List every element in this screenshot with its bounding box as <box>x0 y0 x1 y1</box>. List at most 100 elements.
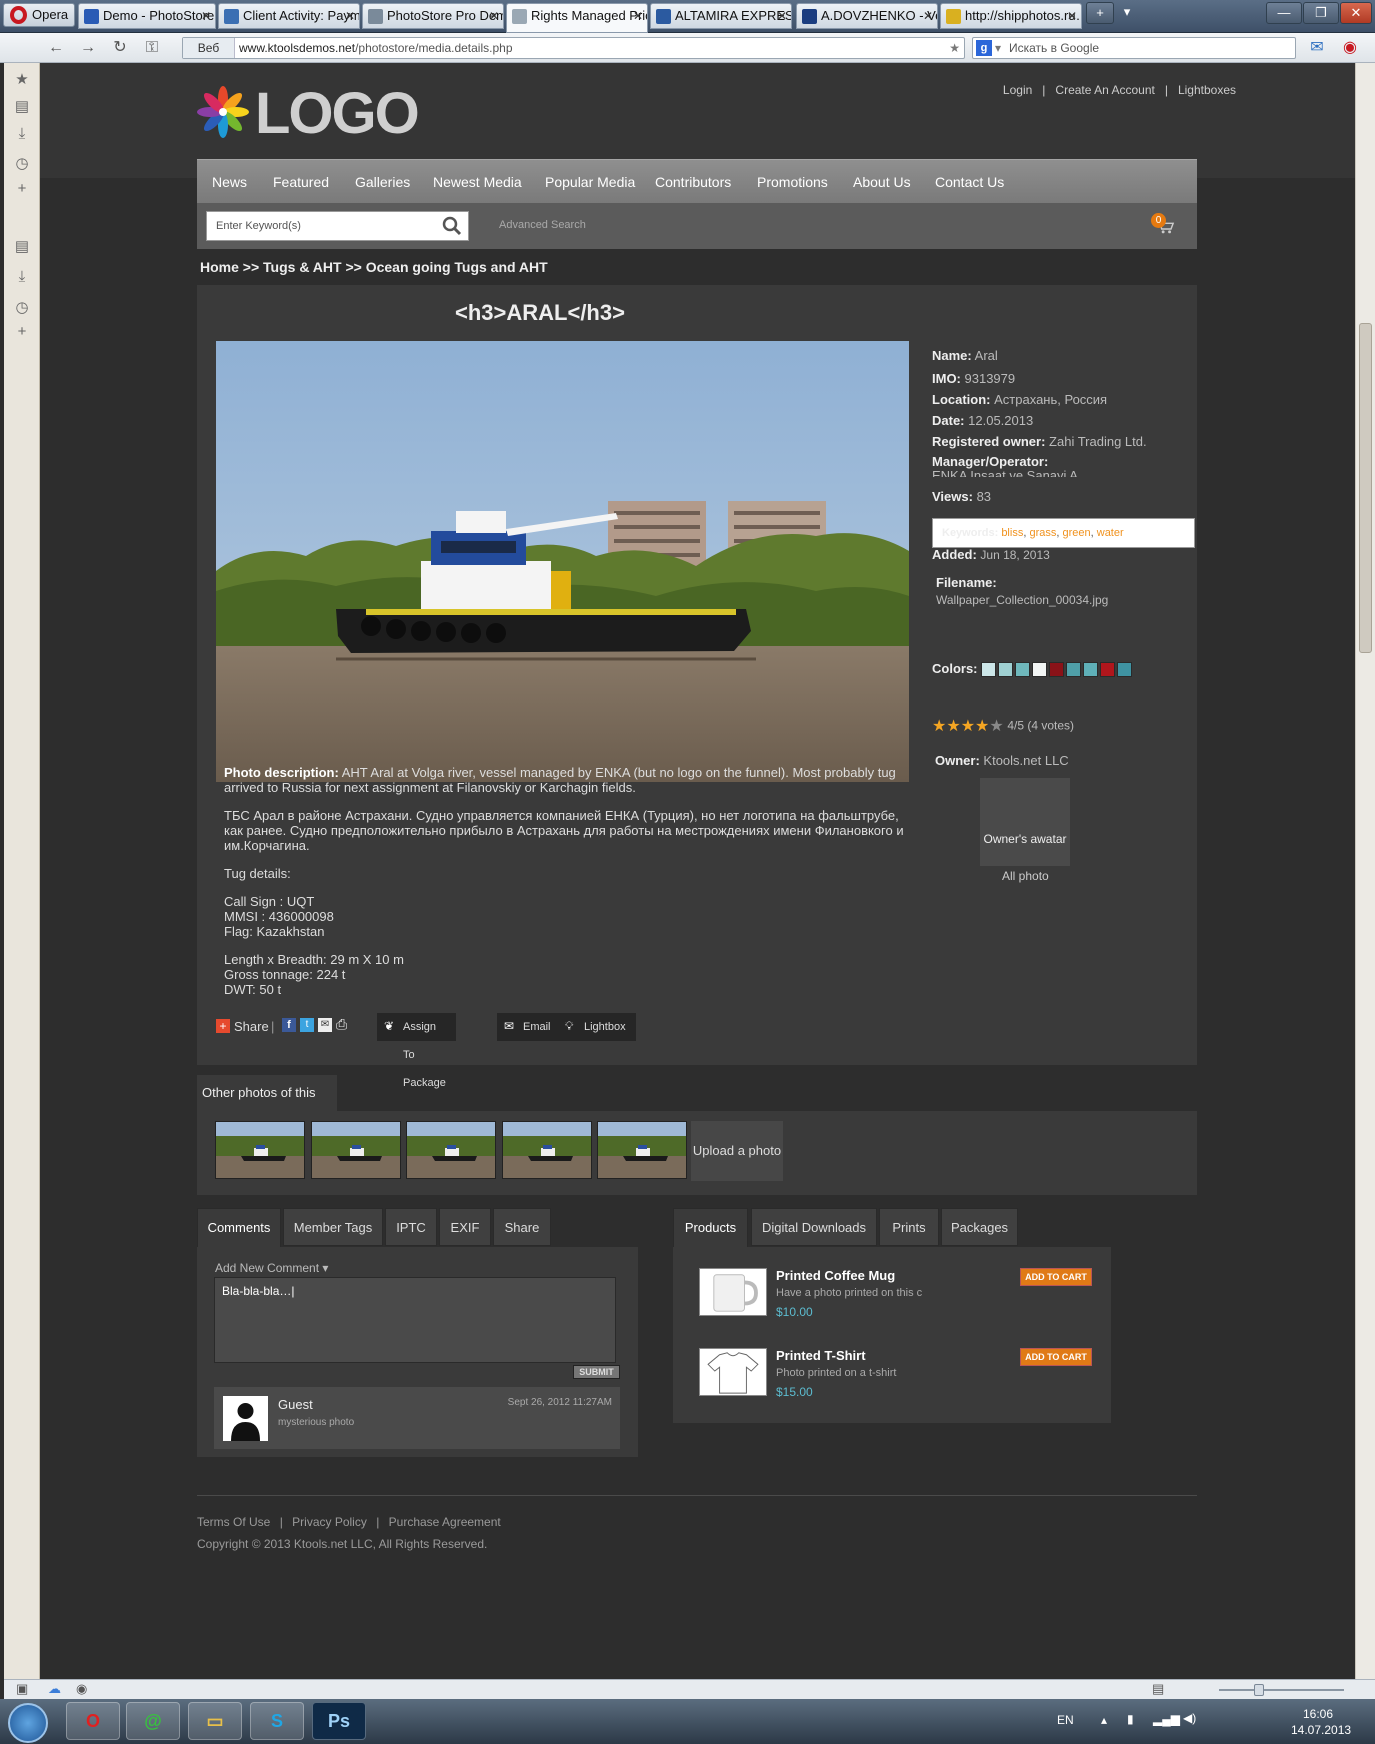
ship-thumbnail[interactable] <box>215 1121 305 1179</box>
opera-link-icon[interactable]: ◉ <box>1340 38 1360 58</box>
close-tab-icon[interactable]: ✕ <box>777 4 787 28</box>
color-swatch[interactable] <box>1015 662 1031 678</box>
tab-iptc[interactable]: IPTC <box>385 1208 437 1246</box>
restore-button[interactable]: ❐ <box>1303 2 1339 24</box>
submit-comment-button[interactable]: SUBMIT <box>573 1365 620 1379</box>
email-share-icon[interactable]: ✉ <box>318 1018 332 1032</box>
owner-avatar[interactable]: Owner's awatar <box>980 778 1070 866</box>
nav-contributors[interactable]: Contributors <box>655 160 731 204</box>
coffee-mug-icon[interactable] <box>699 1268 767 1316</box>
bookmarks-icon[interactable]: ★ <box>13 71 31 89</box>
reload-icon[interactable]: ↻ <box>110 38 130 58</box>
color-swatch[interactable] <box>1117 662 1133 678</box>
star-icon[interactable]: ★ <box>989 718 1003 735</box>
clock-date[interactable]: 14.07.2013 <box>1291 1723 1351 1737</box>
nav-newest-media[interactable]: Newest Media <box>433 160 522 204</box>
zoom-slider[interactable] <box>1219 1689 1344 1691</box>
purchase-agreement-link[interactable]: Purchase Agreement <box>389 1515 501 1529</box>
history-icon[interactable]: ◷ <box>13 299 31 317</box>
downloads-icon[interactable]: ⤓ <box>13 125 31 143</box>
nav-contact-us[interactable]: Contact Us <box>935 160 1004 204</box>
tab-digital-downloads[interactable]: Digital Downloads <box>751 1208 877 1246</box>
add-panel-icon[interactable]: + <box>13 180 31 198</box>
minimize-button[interactable]: — <box>1266 2 1302 24</box>
nav-promotions[interactable]: Promotions <box>757 160 828 204</box>
forward-icon[interactable]: → <box>78 38 98 58</box>
back-icon[interactable]: ← <box>46 38 66 58</box>
tab-demo-photostore[interactable]: Demo - PhotoStore ✕ <box>78 3 216 29</box>
facebook-icon[interactable]: f <box>282 1018 296 1032</box>
color-swatch[interactable] <box>981 662 997 678</box>
add-panel-icon[interactable]: + <box>13 323 31 341</box>
taskbar-opera-icon[interactable]: O <box>66 1702 120 1740</box>
color-swatch[interactable] <box>1100 662 1116 678</box>
notes-icon[interactable]: ▤ <box>13 98 31 116</box>
address-field[interactable]: Веб www.ktoolsdemos.net/photostore/media.… <box>182 37 965 59</box>
nav-news[interactable]: News <box>212 160 247 204</box>
tab-packages[interactable]: Packages <box>941 1208 1018 1246</box>
nav-popular-media[interactable]: Popular Media <box>545 160 635 204</box>
color-swatch[interactable] <box>1083 662 1099 678</box>
mail-icon[interactable]: ✉ <box>1305 38 1329 58</box>
product-name[interactable]: Printed Coffee Mug <box>776 1268 895 1283</box>
comment-textarea[interactable]: Bla-bla-bla…| <box>214 1277 616 1363</box>
tab-rights-managed[interactable]: Rights Managed Pric…✕ <box>506 3 648 33</box>
key-icon[interactable]: ⚿ <box>142 38 162 58</box>
add-to-cart-button[interactable]: ADD TO CART <box>1020 1268 1092 1286</box>
tab-comments[interactable]: Comments <box>197 1208 281 1248</box>
tab-member-tags[interactable]: Member Tags <box>283 1208 383 1246</box>
scrollbar-thumb[interactable] <box>1359 323 1372 653</box>
shopping-cart[interactable]: 0 <box>1151 213 1179 241</box>
close-tab-icon[interactable]: ✕ <box>633 4 643 28</box>
all-photo-link[interactable]: All photo <box>1002 869 1049 883</box>
twitter-icon[interactable]: t <box>300 1018 314 1032</box>
nav-about-us[interactable]: About Us <box>853 160 911 204</box>
share-link[interactable]: Share <box>234 1019 269 1034</box>
signal-icon[interactable]: ▂▄▆ <box>1153 1712 1180 1726</box>
search-icon[interactable] <box>442 216 462 236</box>
star-icon[interactable]: ★ <box>932 718 946 735</box>
taskbar-photoshop-icon[interactable]: Ps <box>312 1702 366 1740</box>
add-new-comment-toggle[interactable]: Add New Comment ▾ <box>215 1261 328 1275</box>
close-tab-icon[interactable]: ✕ <box>345 4 355 28</box>
terms-link[interactable]: Terms Of Use <box>197 1515 270 1529</box>
close-window-button[interactable]: ✕ <box>1340 2 1372 24</box>
star-icon[interactable]: ★ <box>946 718 960 735</box>
new-tab-button[interactable]: + <box>1086 2 1114 24</box>
nav-featured[interactable]: Featured <box>273 160 329 204</box>
tab-list-icon[interactable]: ▾ <box>1116 2 1138 24</box>
keyword-search-input[interactable]: Enter Keyword(s) <box>206 211 469 241</box>
main-photo[interactable] <box>216 341 909 782</box>
cloud-icon[interactable]: ☁ <box>48 1681 61 1697</box>
language-indicator[interactable]: EN <box>1057 1713 1074 1727</box>
keyword-link[interactable]: grass <box>1029 527 1056 539</box>
tab-prints[interactable]: Prints <box>879 1208 939 1246</box>
taskbar-skype-icon[interactable]: S <box>250 1702 304 1740</box>
close-tab-icon[interactable]: ✕ <box>923 4 933 28</box>
close-tab-icon[interactable]: ✕ <box>1067 4 1077 28</box>
bookmark-star-icon[interactable]: ★ <box>949 38 960 58</box>
close-tab-icon[interactable]: ✕ <box>489 4 499 28</box>
print-icon[interactable]: ⎙ <box>336 1016 347 1033</box>
color-swatch[interactable] <box>1049 662 1065 678</box>
tab-share[interactable]: Share <box>493 1208 551 1246</box>
taskbar-mail-agent-icon[interactable]: @ <box>126 1702 180 1740</box>
turbo-icon[interactable]: ◉ <box>76 1681 87 1697</box>
ship-thumbnail[interactable] <box>406 1121 496 1179</box>
rating-stars[interactable]: ★★★★★ <box>932 716 1004 736</box>
tab-photostore-pro-demo[interactable]: PhotoStore Pro Demo ✕ <box>362 3 504 29</box>
tab-client-activity[interactable]: Client Activity: Paym…✕ <box>218 3 360 29</box>
opera-menu-button[interactable]: Opera <box>3 3 75 27</box>
ship-thumbnail[interactable] <box>597 1121 687 1179</box>
lightbox-button[interactable]: 💡︎ Lightbox <box>558 1013 636 1041</box>
tab-altamira-express[interactable]: ALTAMIRA EXPRESS …✕ <box>650 3 792 29</box>
login-link[interactable]: Login <box>1003 83 1032 97</box>
color-swatch[interactable] <box>998 662 1014 678</box>
vertical-scrollbar[interactable] <box>1355 63 1375 1679</box>
tab-shipphotos[interactable]: http://shipphotos.ru… ✕ <box>940 3 1082 29</box>
nav-galleries[interactable]: Galleries <box>355 160 410 204</box>
close-tab-icon[interactable]: ✕ <box>201 4 211 28</box>
color-swatch[interactable] <box>1032 662 1048 678</box>
network-icon[interactable]: ▮ <box>1127 1712 1134 1726</box>
create-account-link[interactable]: Create An Account <box>1055 83 1154 97</box>
